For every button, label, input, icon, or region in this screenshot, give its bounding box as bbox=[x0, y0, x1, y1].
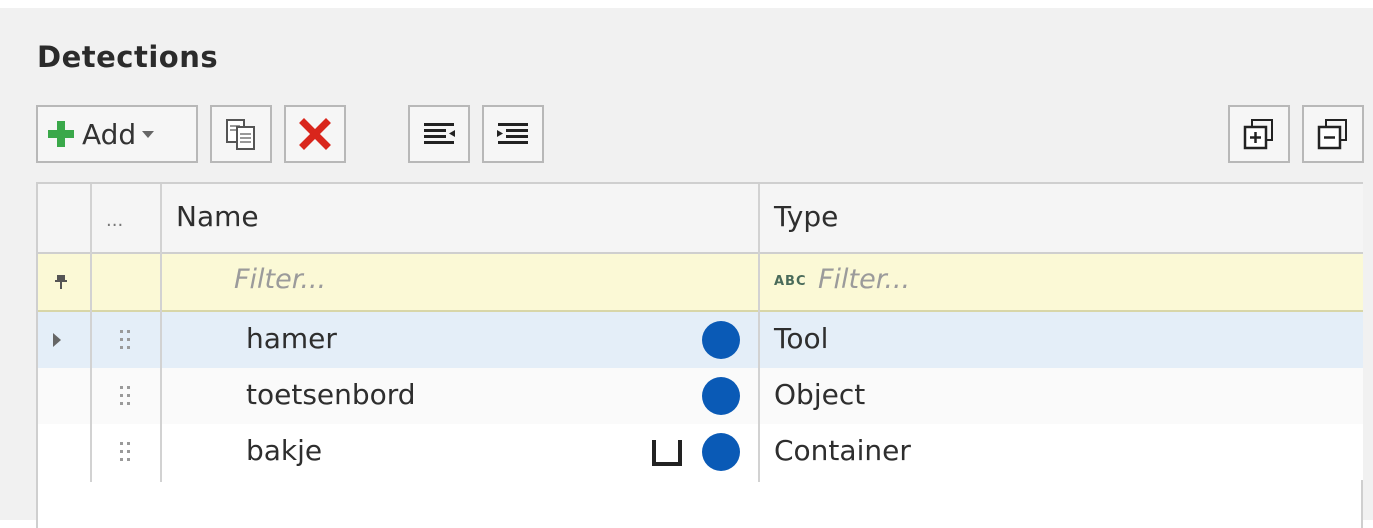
detections-panel: Detections Add ... Name Type Filter... A… bbox=[0, 8, 1373, 528]
table-row[interactable]: bakje Container bbox=[38, 424, 1363, 480]
row-type: Tool bbox=[774, 322, 829, 355]
outdent-icon bbox=[424, 123, 455, 144]
status-dot-icon bbox=[702, 321, 740, 359]
column-menu-header[interactable]: ... bbox=[106, 210, 123, 231]
current-row-indicator-icon bbox=[53, 333, 61, 347]
add-button[interactable]: Add bbox=[36, 105, 198, 163]
filter-pin-icon bbox=[55, 275, 67, 289]
add-button-label: Add bbox=[82, 117, 137, 151]
container-icon bbox=[652, 440, 682, 466]
drag-handle-icon[interactable] bbox=[118, 441, 132, 463]
chevron-down-icon bbox=[142, 130, 155, 138]
row-name: hamer bbox=[246, 322, 337, 355]
row-name: bakje bbox=[246, 434, 323, 467]
column-divider bbox=[758, 184, 760, 482]
row-name: toetsenbord bbox=[246, 378, 416, 411]
column-header-type[interactable]: Type bbox=[774, 200, 838, 233]
filter-row: Filter... ABC Filter... bbox=[38, 254, 1363, 312]
type-filter-input[interactable]: Filter... bbox=[818, 264, 910, 295]
detections-grid: ... Name Type Filter... ABC Filter... ha… bbox=[36, 182, 1363, 528]
row-type: Object bbox=[774, 378, 866, 411]
column-divider bbox=[160, 184, 162, 482]
collapse-all-button[interactable] bbox=[1302, 105, 1364, 163]
expand-all-icon bbox=[1243, 119, 1273, 150]
table-row[interactable]: toetsenbord Object bbox=[38, 368, 1363, 424]
plus-icon bbox=[48, 121, 74, 147]
drag-handle-icon[interactable] bbox=[118, 329, 132, 351]
copy-button[interactable] bbox=[210, 105, 272, 163]
outdent-button[interactable] bbox=[408, 105, 470, 163]
text-filter-type-icon[interactable]: ABC bbox=[774, 274, 807, 289]
delete-button[interactable] bbox=[284, 105, 346, 163]
table-row[interactable]: hamer Tool bbox=[38, 312, 1363, 368]
column-header-name[interactable]: Name bbox=[176, 200, 259, 233]
grid-header-row: ... Name Type bbox=[38, 184, 1363, 254]
status-dot-icon bbox=[702, 377, 740, 415]
row-type: Container bbox=[774, 434, 911, 467]
indent-icon bbox=[497, 123, 528, 144]
status-dot-icon bbox=[702, 433, 740, 471]
expand-all-button[interactable] bbox=[1228, 105, 1290, 163]
drag-handle-icon[interactable] bbox=[118, 385, 132, 407]
delete-icon bbox=[299, 118, 331, 150]
copy-icon bbox=[226, 119, 255, 150]
indent-button[interactable] bbox=[482, 105, 544, 163]
column-divider bbox=[90, 184, 92, 482]
name-filter-input[interactable]: Filter... bbox=[234, 264, 326, 295]
panel-title: Detections bbox=[37, 40, 219, 74]
collapse-all-icon bbox=[1317, 119, 1347, 150]
